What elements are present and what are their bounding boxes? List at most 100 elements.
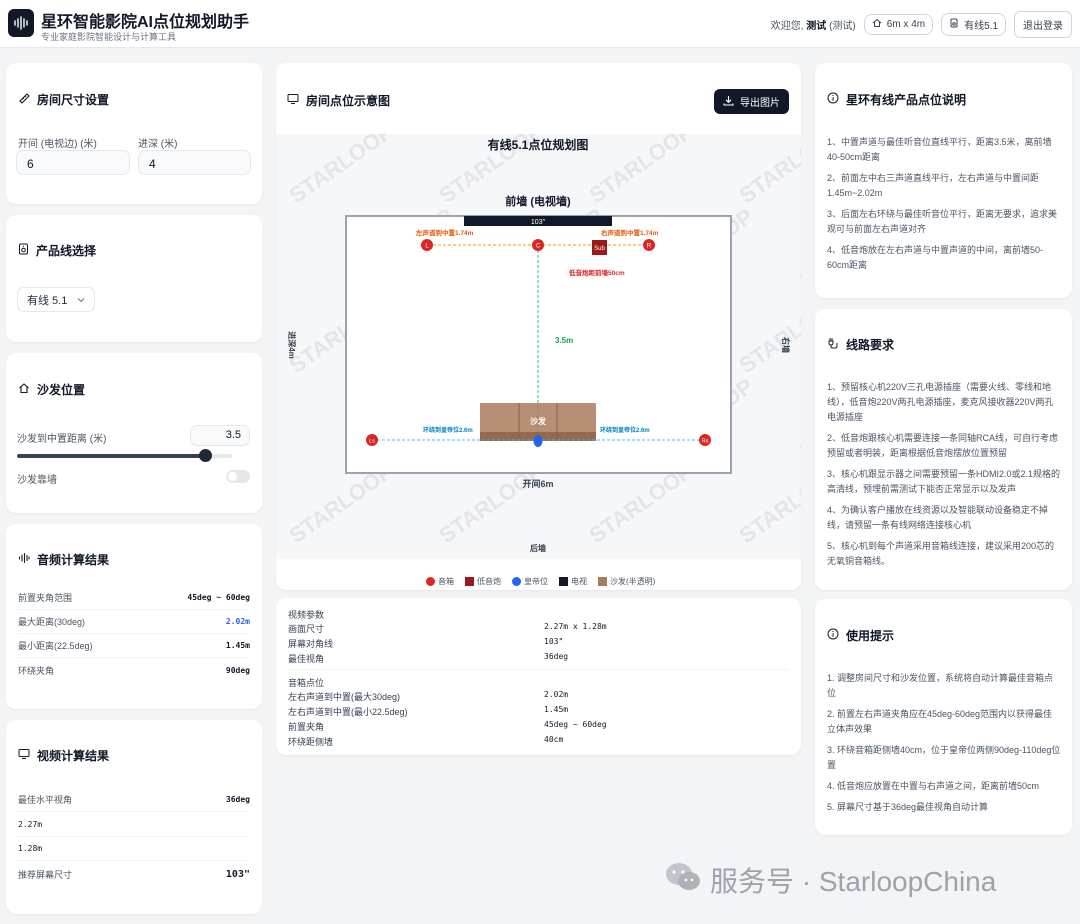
param-row: 前置夹角 45deg ~ 60deg	[288, 720, 607, 732]
right-wall-label: 右墙	[781, 336, 791, 353]
center-seat-distance: 3.5m	[555, 336, 573, 345]
export-image-button[interactable]: 导出图片	[714, 89, 789, 114]
chevron-down-icon	[77, 294, 85, 306]
monitor-icon	[18, 748, 30, 763]
welcome-text: 欢迎您, 测试 (测试)	[770, 21, 856, 32]
download-icon	[723, 95, 734, 109]
home-icon	[18, 382, 30, 397]
user-name: 测试	[806, 21, 827, 32]
product-chip: 有线5.1	[941, 13, 1006, 36]
app-title: 星环智能影院AI点位规划助手	[41, 14, 250, 31]
sofa-wall-toggle[interactable]	[226, 470, 250, 483]
product-select[interactable]: 有线 5.1	[17, 287, 96, 312]
svg-text:Rs: Rs	[702, 439, 709, 445]
product-card: 产品线选择 有线 5.1	[6, 215, 262, 342]
width-input[interactable]: 6	[16, 150, 130, 175]
plan-title: 有线5.1点位规划图	[488, 137, 589, 152]
video-row-view-angle: 最佳水平视角 36deg	[18, 788, 250, 812]
video-calc-title: 视频计算结果	[18, 747, 109, 764]
diagram-legend: 音箱 低音炮 皇帝位 电视 沙发(半透明)	[426, 576, 655, 587]
home-icon	[872, 18, 882, 31]
left-center-label: 左声道到中置1.74m	[415, 228, 474, 237]
room-size-title: 房间尺寸设置	[18, 91, 109, 108]
logout-button[interactable]: 退出登录	[1014, 11, 1072, 38]
param-row: 最佳视角 36deg	[288, 652, 569, 664]
wiring-list: 1、预留核心机220V三孔电源插座（需要火线、零线和地线），低音炮220V两孔电…	[827, 382, 1061, 566]
audio-calc-card: 音频计算结果 前置夹角范围 45deg ~ 60deg 最大距离(30deg) 2.…	[6, 524, 262, 709]
speaker-icon	[949, 18, 959, 31]
diagram-card: 房间点位示意图 导出图片 STARLOOP STARLOOP STARLOOP STA…	[276, 63, 801, 590]
legend-sofa: 沙发(半透明)	[598, 576, 655, 587]
video-row-height: 1.28m	[18, 837, 250, 861]
right-center-label: 右声道到中置1.74m	[600, 228, 659, 237]
params-card: 视频参数 画面尺寸 2.27m x 1.28m 屏幕对角线 103" 最佳视角 36d…	[276, 598, 801, 755]
param-row: 左右声道到中置(最小22.5deg) 1.45m	[288, 705, 569, 717]
app-subtitle: 专业家庭影院智能设计与计算工具	[41, 32, 177, 42]
speaker-icon	[18, 243, 29, 258]
svg-text:Sub: Sub	[594, 246, 605, 252]
info-icon	[827, 628, 839, 643]
legend-tv: 电视	[559, 576, 587, 587]
front-wall-label: 前墙 (电视墙)	[505, 194, 571, 208]
room-size-card: 房间尺寸设置 开间 (电视边) (米) 6 进深 (米) 4	[6, 63, 262, 204]
depth-input[interactable]: 4	[138, 150, 251, 175]
tips-card: 使用提示 1. 调整房间尺寸和沙发位置，系统将自动计算最佳音箱点位 2. 前置左右…	[815, 599, 1072, 835]
sofa-card: 沙发位置 沙发到中置距离 (米) 3.5 沙发靠墙	[6, 353, 262, 513]
svg-text:Ls: Ls	[369, 439, 375, 445]
audio-calc-title: 音频计算结果	[18, 551, 109, 568]
wired-info-card: 星环有线产品点位说明 1、中置声道与最佳听音位直线平行，距离3.5米，离前墙40…	[815, 63, 1072, 298]
product-title: 产品线选择	[18, 242, 96, 259]
app-logo-icon	[8, 9, 34, 37]
video-calc-card: 视频计算结果 最佳水平视角 36deg 2.27m 1.28m 推荐屏幕尺寸 103…	[6, 720, 262, 914]
audio-row-max-distance: 最大距离(30deg) 2.02m	[18, 610, 250, 634]
account-watermark: 服务号 · StarloopChina	[664, 860, 996, 900]
sofa-label: 沙发	[530, 416, 547, 426]
monitor-icon	[287, 93, 299, 108]
legend-subwoofer: 低音炮	[465, 576, 501, 587]
floor-plan: STARLOOP STARLOOP STARLOOP STARLOOPSTARLOOP…	[276, 134, 801, 559]
audio-row-front-angle: 前置夹角范围 45deg ~ 60deg	[18, 586, 250, 610]
room-size-chip: 6m x 4m	[863, 14, 934, 35]
wechat-icon	[664, 861, 702, 900]
wired-info-title: 星环有线产品点位说明	[827, 91, 966, 108]
left-surround-label: 环绕到皇帝位2.6m	[423, 426, 473, 434]
depth-label: 进深 (米)	[138, 139, 178, 150]
sofa-title: 沙发位置	[18, 381, 85, 398]
audio-row-min-distance: 最小距离(22.5deg) 1.45m	[18, 634, 250, 658]
legend-speaker: 音箱	[426, 576, 454, 587]
diagram-title: 房间点位示意图	[287, 92, 390, 109]
video-row-screen-size: 推荐屏幕尺寸 103"	[18, 868, 250, 880]
waveform-icon	[18, 552, 30, 567]
cable-icon	[827, 337, 839, 352]
ruler-icon	[18, 92, 30, 107]
wiring-card: 线路要求 1、预留核心机220V三孔电源插座（需要火线、零线和地线），低音炮22…	[815, 309, 1072, 590]
sofa-distance-label: 沙发到中置距离 (米)	[17, 434, 107, 445]
wiring-title: 线路要求	[827, 336, 894, 353]
slider-fill	[17, 454, 206, 458]
video-row-width: 2.27m	[18, 813, 250, 837]
tips-title: 使用提示	[827, 627, 894, 644]
svg-text:C: C	[536, 244, 541, 250]
back-wall-label: 后墙	[530, 543, 546, 553]
param-row: 环绕距侧墙 40cm	[288, 735, 564, 747]
legend-king-seat: 皇帝位	[512, 576, 548, 587]
king-seat	[533, 435, 543, 447]
param-row: 屏幕对角线 103"	[288, 637, 564, 649]
width-dimension: 开间6m	[522, 478, 553, 489]
sofa-distance-input[interactable]: 3.5	[190, 425, 250, 446]
depth-dimension: 进深4m	[287, 331, 297, 359]
sub-distance-label: 低音炮距前墙50cm	[568, 268, 625, 277]
param-row: 画面尺寸 2.27m x 1.28m	[288, 622, 607, 634]
right-surround-label: 环绕到皇帝位2.6m	[600, 426, 650, 434]
wired-info-list: 1、中置声道与最佳听音位直线平行，距离3.5米，离前墙40-50cm距离 2、前面…	[827, 137, 1058, 270]
video-params-heading: 视频参数	[288, 610, 325, 620]
app-header: 星环智能影院AI点位规划助手 专业家庭影院智能设计与计算工具 欢迎您, 测试 (…	[0, 0, 1080, 48]
tv-size-label: 103"	[531, 219, 546, 226]
slider-thumb[interactable]	[199, 449, 213, 462]
audio-row-surround-angle: 环绕夹角 90deg	[18, 665, 250, 676]
width-label: 开间 (电视边) (米)	[18, 139, 97, 150]
sofa-wall-label: 沙发靠墙	[17, 475, 57, 486]
tips-list: 1. 调整房间尺寸和沙发位置，系统将自动计算最佳音箱点位 2. 前置左右声道夹角应…	[827, 673, 1061, 812]
sofa-distance-slider[interactable]	[17, 449, 232, 462]
param-row: 左右声道到中置(最大30deg) 2.02m	[288, 690, 569, 702]
